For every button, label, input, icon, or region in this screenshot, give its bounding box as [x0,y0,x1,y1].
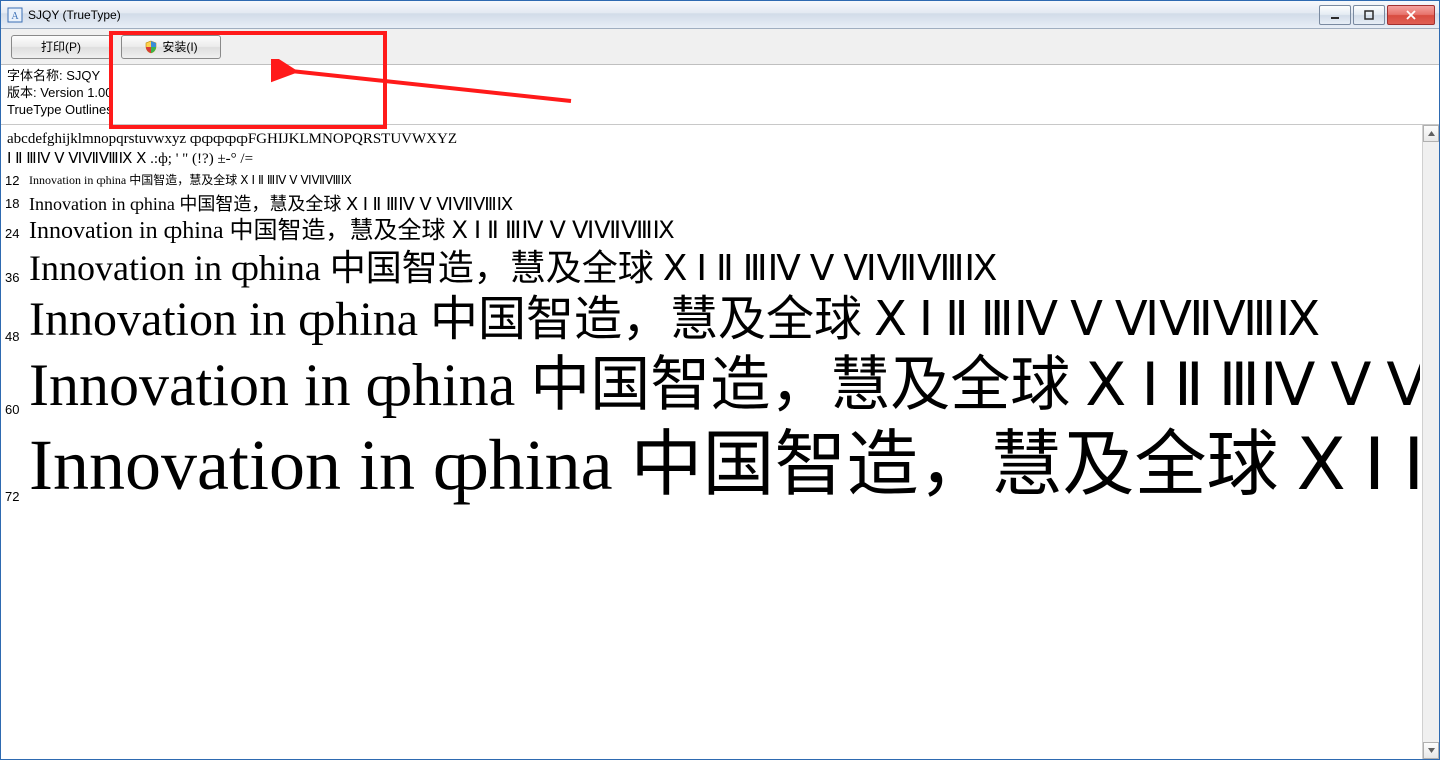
close-button[interactable] [1387,5,1435,25]
charset-line-2: Ⅰ Ⅱ ⅢⅣ Ⅴ ⅥⅦⅧⅨ Ⅹ .:ф; ' " (!?) ±-° /= [7,149,1418,169]
sample-size-label: 60 [5,402,29,421]
sample-row: 18Innovation in ȹhina 中国智造，慧及全球 Ⅹ Ⅰ Ⅱ ⅢⅣ… [5,194,1420,215]
sample-size-label: 18 [5,196,29,215]
sample-row: 36Innovation in ȹhina 中国智造，慧及全球 Ⅹ Ⅰ Ⅱ ⅢⅣ… [5,247,1420,289]
titlebar: A SJQY (TrueType) [1,1,1439,29]
charset-line-1: abcdefghijklmnopqrstuvwxyz ȹȹȹȹȹFGHIJKLM… [7,129,1418,149]
install-button-label: 安装(I) [162,38,197,55]
sample-size-label: 48 [5,329,29,348]
sample-row: 48Innovation in ȹhina 中国智造，慧及全球 Ⅹ Ⅰ Ⅱ ⅢⅣ… [5,291,1420,348]
charset-block: abcdefghijklmnopqrstuvwxyz ȹȹȹȹȹFGHIJKLM… [5,127,1420,169]
sample-size-label: 24 [5,226,29,245]
content-area: abcdefghijklmnopqrstuvwxyz ȹȹȹȹȹFGHIJKLM… [1,125,1439,759]
window-controls [1317,5,1435,25]
sample-text: Innovation in ȹhina 中国智造，慧及全球 Ⅹ Ⅰ Ⅱ ⅢⅣ Ⅴ… [29,291,1320,348]
minimize-button[interactable] [1319,5,1351,25]
sample-sizes-block: 12Innovation in ȹhina 中国智造，慧及全球 Ⅹ Ⅰ Ⅱ ⅢⅣ… [5,173,1420,508]
sample-size-label: 12 [5,173,29,192]
font-info-block: 字体名称: SJQY 版本: Version 1.00 TrueType Out… [1,65,1439,125]
scroll-down-button[interactable] [1423,742,1439,759]
sample-size-label: 36 [5,270,29,289]
preview-pane: abcdefghijklmnopqrstuvwxyz ȹȹȹȹȹFGHIJKLM… [1,125,1422,759]
font-preview-window: A SJQY (TrueType) 打印(P) [0,0,1440,760]
sample-row: 12Innovation in ȹhina 中国智造，慧及全球 Ⅹ Ⅰ Ⅱ ⅢⅣ… [5,173,1420,192]
maximize-button[interactable] [1353,5,1385,25]
sample-row: 72Innovation in ȹhina 中国智造，慧及全球 Ⅹ Ⅰ Ⅱ ⅢⅣ… [5,423,1420,508]
font-name-line: 字体名称: SJQY [7,67,1433,84]
font-file-icon: A [7,7,23,23]
sample-text: Innovation in ȹhina 中国智造，慧及全球 Ⅹ Ⅰ Ⅱ ⅢⅣ Ⅴ… [29,194,513,215]
font-version-line: 版本: Version 1.00 [7,84,1433,101]
sample-text: Innovation in ȹhina 中国智造，慧及全球 Ⅹ Ⅰ Ⅱ ⅢⅣ Ⅴ… [29,350,1420,421]
scroll-up-button[interactable] [1423,125,1439,142]
sample-text: Innovation in ȹhina 中国智造，慧及全球 Ⅹ Ⅰ Ⅱ ⅢⅣ Ⅴ… [29,217,675,245]
print-button[interactable]: 打印(P) [11,35,111,59]
window-title: SJQY (TrueType) [28,8,1317,22]
sample-row: 24Innovation in ȹhina 中国智造，慧及全球 Ⅹ Ⅰ Ⅱ ⅢⅣ… [5,217,1420,245]
install-button[interactable]: 安装(I) [121,35,221,59]
toolbar: 打印(P) 安装(I) [1,29,1439,65]
sample-size-label: 72 [5,489,29,508]
font-outline-line: TrueType Outlines [7,101,1433,118]
sample-text: Innovation in ȹhina 中国智造，慧及全球 Ⅹ Ⅰ Ⅱ ⅢⅣ Ⅴ… [29,173,352,187]
vertical-scrollbar[interactable] [1422,125,1439,759]
sample-text: Innovation in ȹhina 中国智造，慧及全球 Ⅹ Ⅰ Ⅱ ⅢⅣ Ⅴ… [29,423,1420,508]
uac-shield-icon [144,40,158,54]
sample-row: 60Innovation in ȹhina 中国智造，慧及全球 Ⅹ Ⅰ Ⅱ ⅢⅣ… [5,350,1420,421]
sample-text: Innovation in ȹhina 中国智造，慧及全球 Ⅹ Ⅰ Ⅱ ⅢⅣ Ⅴ… [29,247,997,289]
svg-text:A: A [11,11,19,22]
print-button-label: 打印(P) [41,38,81,55]
